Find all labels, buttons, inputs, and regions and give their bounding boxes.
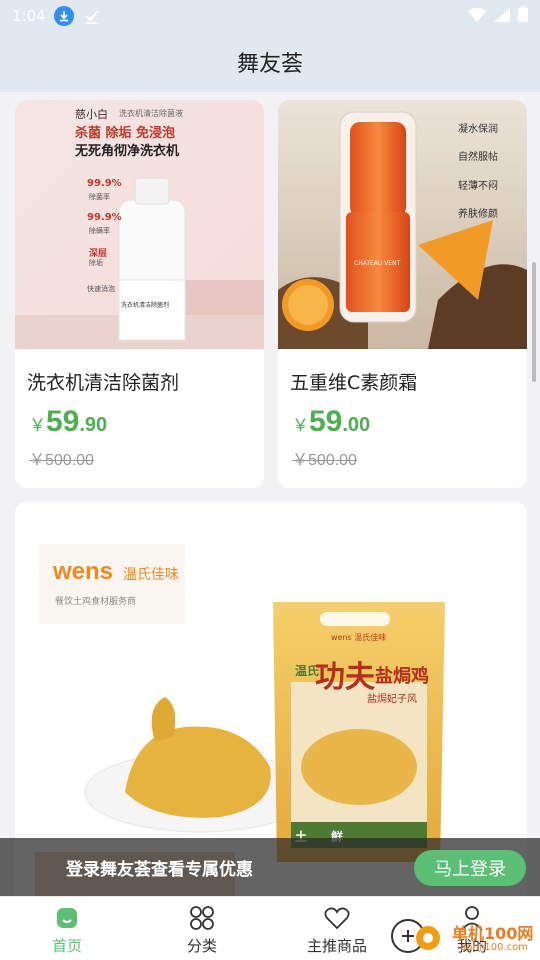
product-feed[interactable]: 慈小白 洗衣机清洁除菌液 杀菌 除垢 免浸泡 无死角彻净洗衣机 99.9% 除菌… — [0, 92, 540, 898]
p3-brand-cn: 温氏佳味 — [123, 567, 179, 583]
product-image: CHATEAU VENT 凝水保润 自然服帖 轻薄不闷 养肤修颜 — [278, 100, 527, 349]
status-bar: 1:04 — [0, 0, 540, 32]
original-price: ￥500.00 — [292, 452, 357, 469]
original-price: ￥500.00 — [29, 452, 94, 469]
status-indicators — [468, 6, 528, 26]
p1-bottle-label: 洗衣机清洁除菌剂 — [121, 302, 170, 309]
checkmark-icon — [82, 6, 102, 26]
product-price: ￥59.00 — [292, 405, 371, 438]
heart-icon — [324, 905, 350, 931]
p1-headline2: 无死角彻净洗衣机 — [75, 144, 180, 159]
login-banner: 登录舞友荟查看专属优惠 马上登录 — [0, 838, 540, 896]
p2-f1: 凝水保润 — [458, 124, 498, 135]
product-image: 慈小白 洗衣机清洁除菌液 杀菌 除垢 免浸泡 无死角彻净洗衣机 99.9% 除菌… — [15, 100, 264, 349]
watermark: 单机100网 danji100.com — [390, 912, 540, 960]
download-icon — [53, 6, 74, 26]
p1-sub: 洗衣机清洁除菌液 — [119, 109, 183, 118]
tab-label: 分类 — [186, 937, 217, 955]
p2-f3: 轻薄不闷 — [458, 181, 498, 192]
product-card-2[interactable]: CHATEAU VENT 凝水保润 自然服帖 轻薄不闷 养肤修颜 五重维C素颜霜… — [278, 100, 527, 488]
p1-b1: 99.9% — [87, 178, 122, 189]
app-header: 舞友荟 — [0, 32, 540, 92]
login-button[interactable]: 马上登录 — [414, 850, 526, 886]
tab-home[interactable]: 首页 — [17, 897, 117, 960]
login-prompt-text: 登录舞友荟查看专属优惠 — [66, 859, 253, 880]
p2-bottle-brand: CHATEAU VENT — [354, 260, 401, 267]
tab-category[interactable]: 分类 — [152, 897, 252, 960]
wifi-icon — [468, 7, 486, 26]
product-name: 洗衣机清洁除菌剂 — [27, 372, 180, 394]
tab-label: 首页 — [51, 937, 82, 955]
product-name: 五重维C素颜霜 — [290, 372, 418, 394]
category-icon — [189, 905, 215, 931]
p1-b1s: 除菌率 — [89, 193, 110, 201]
product-price: ￥59.90 — [29, 405, 108, 438]
scrollbar[interactable] — [532, 262, 536, 382]
watermark-url: danji100.com — [460, 942, 528, 953]
watermark-text: 单机100网 — [452, 924, 534, 943]
p1-b4: 快速消泡 — [87, 285, 115, 293]
status-time: 1:04 — [12, 7, 46, 25]
p3-bag-brand: wens 温氏佳味 — [331, 633, 387, 642]
p2-f2: 自然服帖 — [458, 152, 498, 163]
p1-headline1: 杀菌 除垢 免浸泡 — [75, 126, 176, 141]
p3-bag-title-c: 盐焗鸡 — [375, 666, 429, 687]
p2-f4: 养肤修颜 — [458, 209, 498, 220]
p3-brand: wens — [53, 558, 114, 585]
p1-b2s: 除螨率 — [89, 227, 110, 235]
p3-bag-title-b: 功夫 — [315, 660, 375, 695]
battery-icon — [518, 6, 528, 26]
p1-b3s: 除垢 — [89, 259, 103, 267]
product-card-1[interactable]: 慈小白 洗衣机清洁除菌液 杀菌 除垢 免浸泡 无死角彻净洗衣机 99.9% 除菌… — [15, 100, 264, 488]
p1-brand: 慈小白 — [75, 108, 108, 121]
p3-bag-flavor: 盐焗妃子风 — [367, 694, 417, 705]
p1-b2: 99.9% — [87, 212, 122, 223]
signal-icon — [494, 7, 510, 26]
tab-label: 主推商品 — [306, 937, 367, 955]
tab-featured[interactable]: 主推商品 — [287, 897, 387, 960]
home-icon — [54, 905, 80, 931]
page-title: 舞友荟 — [236, 52, 303, 77]
p3-tagline: 餐饮土鸡食材服务商 — [55, 597, 137, 607]
